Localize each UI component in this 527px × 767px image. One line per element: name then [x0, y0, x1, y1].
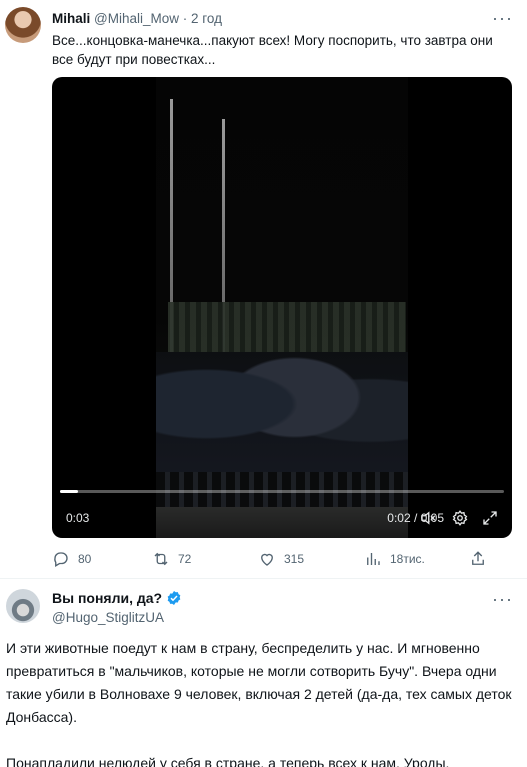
retweet-count: 72 [178, 552, 192, 566]
share-icon [472, 551, 484, 565]
author-name[interactable]: Mihali [52, 11, 90, 26]
heart-icon [261, 553, 273, 566]
retweet-icon [154, 552, 168, 566]
author-handle[interactable]: @Mihali_Mow [94, 11, 179, 26]
video-progress-fill [60, 490, 78, 493]
views-chart-icon [367, 553, 380, 565]
author-name[interactable]: Вы поняли, да? [52, 590, 162, 606]
mute-icon[interactable] [418, 508, 438, 528]
views-button[interactable]: 18тис. [364, 549, 425, 569]
tweet-actions: 80 72 315 18тис. [52, 549, 514, 569]
like-count: 315 [284, 552, 305, 566]
video-player[interactable]: 0:03 0:02 / 0:05 [52, 77, 512, 538]
like-button[interactable]: 315 [258, 549, 304, 569]
fullscreen-icon[interactable] [480, 508, 500, 528]
timestamp[interactable]: 2 год [191, 11, 222, 26]
tweet-text: Все...концовка-манечка...пакуют всех! Мо… [52, 33, 493, 67]
tweet-text: И эти животные поедут к нам в страну, бе… [6, 637, 516, 767]
verified-badge-icon [167, 591, 181, 605]
tweet-2[interactable]: Вы поняли, да? @Hugo_StiglitzUA ··· И эт… [0, 579, 527, 767]
reply-icon [54, 552, 68, 567]
share-button[interactable] [469, 549, 487, 569]
retweet-button[interactable]: 72 [152, 549, 191, 569]
reply-button[interactable]: 80 [52, 549, 91, 569]
avatar[interactable] [6, 589, 40, 623]
tweet-header: Mihali @Mihali_Mow · 2 год [52, 11, 222, 26]
video-progress-bar[interactable] [60, 490, 504, 493]
tweet-paragraph: И эти животные поедут к нам в страну, бе… [6, 640, 512, 725]
view-count: 18тис. [390, 552, 425, 566]
author-name-row[interactable]: Вы поняли, да? [52, 590, 182, 606]
separator: · [182, 11, 188, 26]
reply-count: 80 [78, 552, 92, 566]
video-current-time: 0:03 [66, 511, 90, 525]
settings-icon[interactable] [450, 508, 470, 528]
tweet-paragraph: Понапладили нелюдей у себя в стране, а т… [6, 755, 450, 767]
video-frame [156, 77, 408, 538]
author-handle[interactable]: @Hugo_StiglitzUA [52, 610, 164, 625]
tweet-1[interactable]: Mihali @Mihali_Mow · 2 год ··· Все...кон… [0, 0, 527, 578]
more-options-icon[interactable]: ··· [492, 589, 513, 610]
avatar[interactable] [5, 7, 41, 43]
more-options-icon[interactable]: ··· [492, 8, 513, 29]
